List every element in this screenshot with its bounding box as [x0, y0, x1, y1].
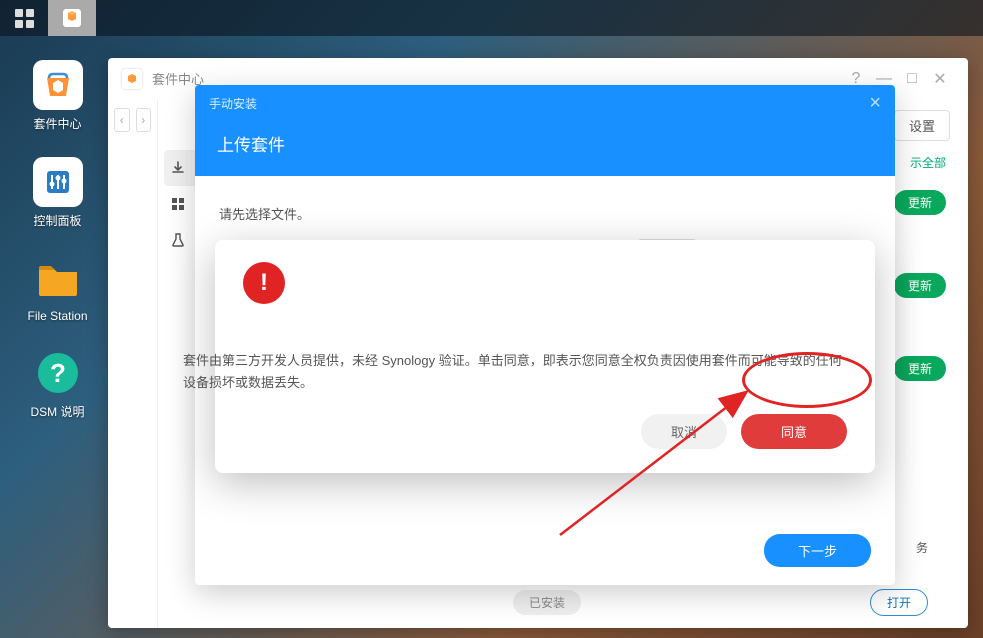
taskbar-package-center[interactable]	[48, 0, 96, 36]
download-icon	[170, 160, 186, 176]
folder-icon	[33, 254, 83, 304]
svg-text:?: ?	[50, 358, 66, 388]
warning-dialog: ! 套件由第三方开发人员提供，未经 Synology 验证。单击同意，即表示您同…	[215, 240, 875, 473]
next-button[interactable]: 下一步	[764, 534, 871, 567]
window-app-icon	[122, 69, 142, 89]
grid-icon	[170, 196, 186, 212]
package-center-icon	[61, 7, 83, 29]
update-button-3[interactable]: 更新	[894, 356, 946, 381]
desktop-icon-label: 控制面板	[33, 212, 81, 229]
desktop-icon-file-station[interactable]: File Station	[15, 254, 100, 323]
package-shopping-icon	[41, 68, 75, 102]
service-label: 务	[916, 539, 928, 556]
desktop-icon-dsm-help[interactable]: ? DSM 说明	[15, 348, 100, 420]
modal-titlebar: 手动安装 ×	[195, 85, 895, 121]
beta-icon	[170, 232, 186, 248]
modal-titlebar-text: 手动安装	[209, 95, 257, 112]
settings-button[interactable]: 设置	[894, 110, 950, 141]
desktop-icon-label: DSM 说明	[30, 403, 84, 420]
apps-button[interactable]	[0, 0, 48, 36]
agree-button[interactable]: 同意	[741, 414, 847, 449]
alert-icon: !	[243, 262, 285, 304]
help-icon: ?	[35, 350, 81, 396]
nav-back[interactable]: ‹	[114, 108, 130, 132]
desktop-icons: 套件中心 控制面板 File Station	[15, 60, 100, 420]
show-all-link[interactable]: 示全部	[910, 154, 946, 171]
nav-forward[interactable]: ›	[136, 108, 152, 132]
modal-close-button[interactable]: ×	[869, 92, 881, 115]
desktop-icon-package-center[interactable]: 套件中心	[15, 60, 100, 132]
cancel-button[interactable]: 取消	[641, 414, 727, 449]
desktop-icon-label: File Station	[27, 309, 87, 323]
taskbar	[0, 0, 983, 36]
update-button-1[interactable]: 更新	[894, 190, 946, 215]
maximize-button[interactable]: □	[898, 65, 926, 93]
warning-text: 套件由第三方开发人员提供，未经 Synology 验证。单击同意，即表示您同意全…	[183, 304, 847, 394]
nav-strip: ‹ ›	[108, 100, 158, 628]
close-button[interactable]: ✕	[926, 65, 954, 93]
update-button-2[interactable]: 更新	[894, 273, 946, 298]
modal-title: 上传套件	[195, 121, 895, 176]
control-panel-icon	[41, 165, 75, 199]
desktop-icon-label: 套件中心	[33, 115, 81, 132]
installed-chip: 已安装	[513, 590, 581, 615]
desktop-icon-control-panel[interactable]: 控制面板	[15, 157, 100, 229]
modal-instruction: 请先选择文件。	[219, 204, 871, 223]
open-button[interactable]: 打开	[870, 589, 928, 616]
